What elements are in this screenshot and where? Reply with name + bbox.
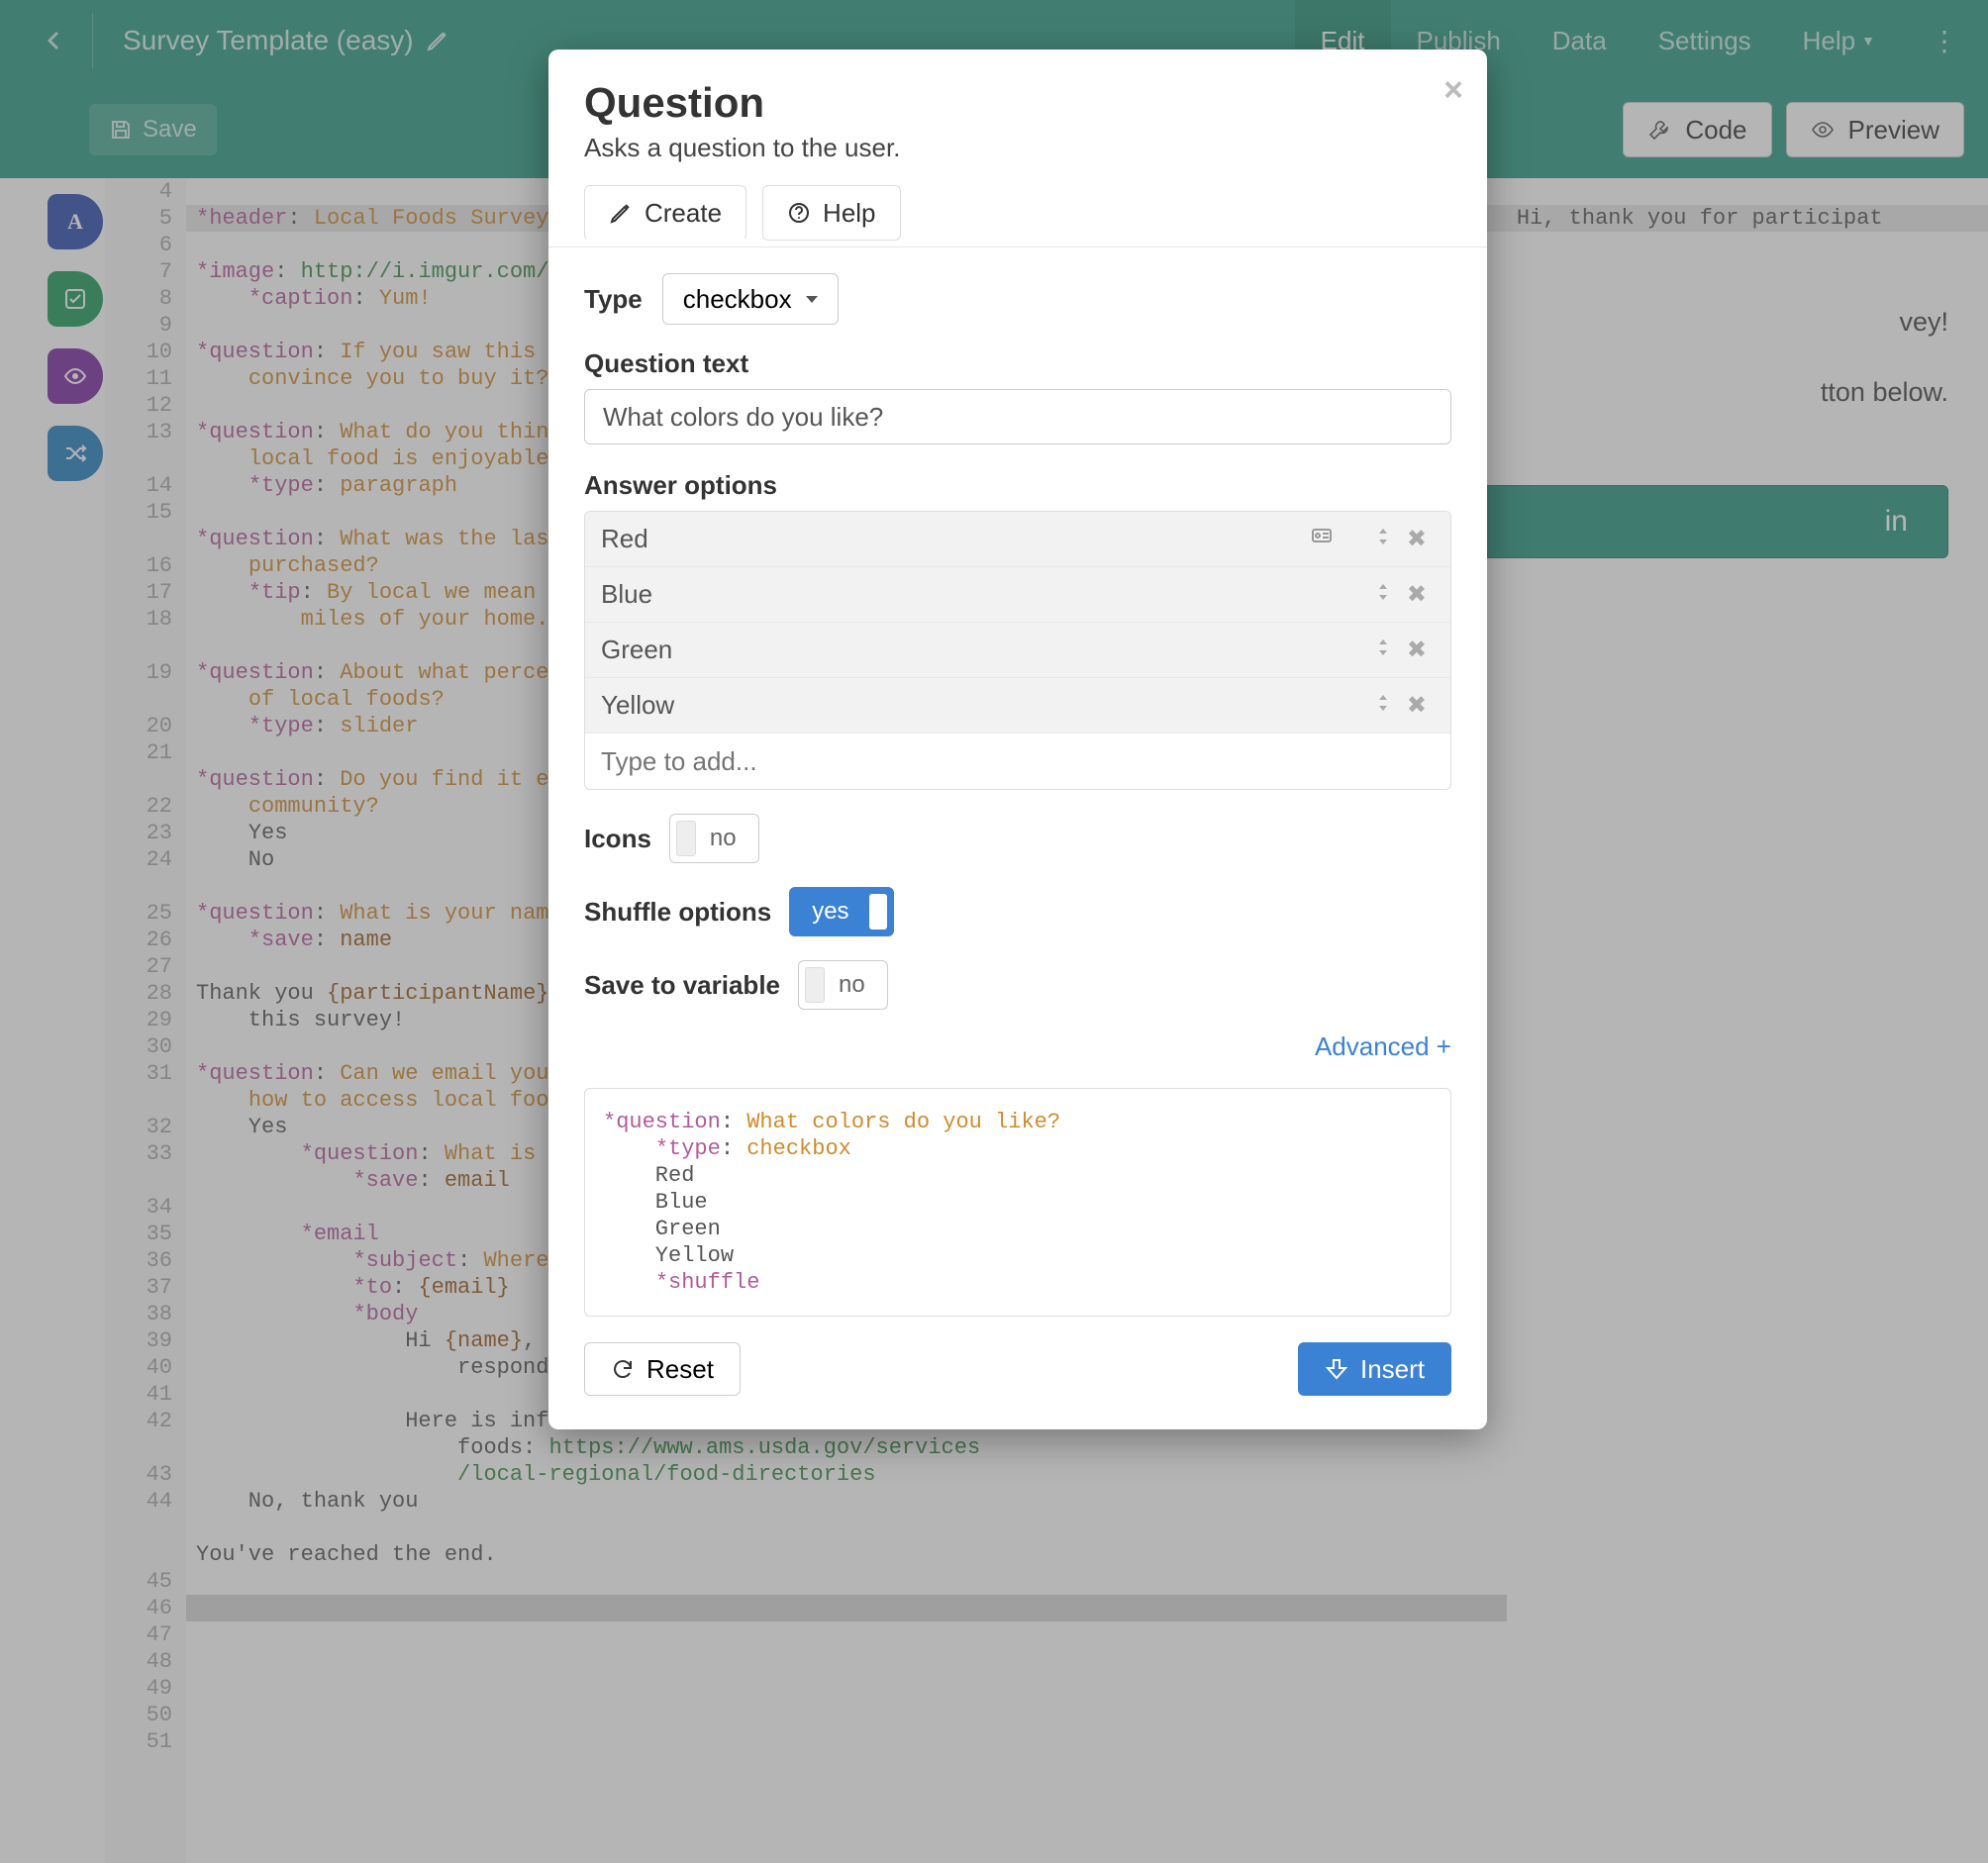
- modal-footer: Reset Insert: [584, 1342, 1451, 1396]
- delete-icon[interactable]: ✖: [1399, 636, 1435, 664]
- code-preview: *question: What colors do you like? *typ…: [584, 1088, 1451, 1317]
- delete-icon[interactable]: ✖: [1399, 580, 1435, 609]
- question-text-label: Question text: [584, 348, 1451, 379]
- answer-text: Red: [601, 524, 1302, 554]
- savevar-label: Save to variable: [584, 970, 780, 1001]
- shuffle-toggle[interactable]: yes: [789, 887, 893, 936]
- modal-subtitle: Asks a question to the user.: [584, 133, 1451, 163]
- type-row: Type checkbox: [584, 273, 1451, 325]
- question-modal: × Question Asks a question to the user. …: [548, 49, 1487, 1429]
- answer-add-row[interactable]: [585, 734, 1450, 789]
- modal-title: Question: [584, 79, 1451, 127]
- answer-text: Green: [601, 635, 1367, 665]
- savevar-row: Save to variable no: [584, 960, 1451, 1010]
- shuffle-label: Shuffle options: [584, 897, 771, 928]
- card-icon[interactable]: [1302, 524, 1342, 554]
- icons-toggle[interactable]: no: [669, 814, 759, 863]
- answer-add-input[interactable]: [601, 746, 1435, 777]
- answer-row[interactable]: Blue ✖: [585, 567, 1450, 623]
- delete-icon[interactable]: ✖: [1399, 691, 1435, 720]
- delete-icon[interactable]: ✖: [1399, 525, 1435, 553]
- modal-tabs: Create Help: [584, 185, 1451, 241]
- refresh-icon: [611, 1357, 635, 1381]
- sort-icon[interactable]: [1367, 637, 1399, 664]
- answer-row[interactable]: Yellow ✖: [585, 678, 1450, 734]
- answer-text: Blue: [601, 579, 1367, 610]
- sort-icon[interactable]: [1367, 526, 1399, 553]
- caret-down-icon: [806, 296, 818, 303]
- sort-icon[interactable]: [1367, 692, 1399, 720]
- answer-row[interactable]: Red ✖: [585, 512, 1450, 567]
- tab-create[interactable]: Create: [584, 185, 746, 241]
- answer-row[interactable]: Green ✖: [585, 623, 1450, 678]
- advanced-link[interactable]: Advanced +: [584, 1031, 1451, 1062]
- answers-list: Red ✖ Blue ✖ Green ✖ Yellow ✖: [584, 511, 1451, 790]
- icons-row: Icons no: [584, 814, 1451, 863]
- insert-button[interactable]: Insert: [1298, 1342, 1451, 1396]
- type-label: Type: [584, 284, 643, 315]
- answers-label: Answer options: [584, 470, 1451, 501]
- close-button[interactable]: ×: [1443, 71, 1463, 110]
- savevar-toggle[interactable]: no: [798, 960, 888, 1010]
- insert-icon: [1325, 1357, 1348, 1381]
- shuffle-row: Shuffle options yes: [584, 887, 1451, 936]
- type-select[interactable]: checkbox: [662, 273, 839, 325]
- answer-text: Yellow: [601, 690, 1367, 721]
- question-text-input[interactable]: [584, 389, 1451, 444]
- pencil-icon: [609, 201, 633, 225]
- help-icon: [787, 201, 811, 225]
- reset-button[interactable]: Reset: [584, 1342, 741, 1396]
- sort-icon[interactable]: [1367, 581, 1399, 609]
- tab-help[interactable]: Help: [762, 185, 900, 241]
- icons-label: Icons: [584, 824, 651, 854]
